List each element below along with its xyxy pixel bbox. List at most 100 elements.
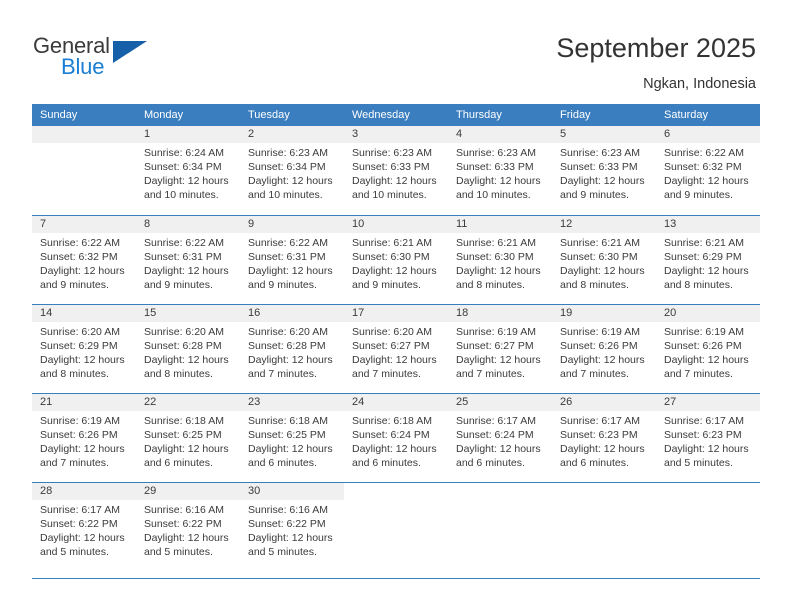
sunrise-text: Sunrise: 6:21 AM bbox=[664, 236, 744, 249]
sunset-text: Sunset: 6:32 PM bbox=[40, 250, 118, 263]
daylight-text-line2: and 9 minutes. bbox=[40, 278, 109, 291]
daylight-text-line2: and 5 minutes. bbox=[248, 545, 317, 558]
sunset-text: Sunset: 6:33 PM bbox=[352, 161, 430, 173]
sunset-text: Sunset: 6:26 PM bbox=[40, 428, 118, 441]
day-number: 8 bbox=[136, 215, 240, 233]
day-cell-inner: 28 Sunrise: 6:17 AM Sunset: 6:22 PM Dayligh… bbox=[32, 482, 136, 572]
calendar-day-cell[interactable]: 15 Sunrise: 6:20 AM Sunset: 6:28 PM Dayligh… bbox=[136, 303, 240, 393]
daylight-text-line2: and 6 minutes. bbox=[456, 456, 525, 469]
day-number: 30 bbox=[240, 482, 344, 500]
calendar-day-cell[interactable]: 30 Sunrise: 6:16 AM Sunset: 6:22 PM Dayligh… bbox=[240, 481, 344, 572]
daylight-text-line2: and 5 minutes. bbox=[144, 545, 213, 558]
sunrise-text: Sunrise: 6:20 AM bbox=[248, 325, 328, 338]
daylight-text-line1: Daylight: 12 hours bbox=[40, 353, 125, 366]
daylight-text-line1: Daylight: 12 hours bbox=[560, 442, 645, 455]
day-number: 7 bbox=[32, 215, 136, 233]
calendar-week-row: 1 Sunrise: 6:24 AM Sunset: 6:34 PM Daylight… bbox=[32, 126, 760, 215]
sunset-text: Sunset: 6:33 PM bbox=[560, 161, 638, 173]
calendar-week-row: 14 Sunrise: 6:20 AM Sunset: 6:29 PM Dayligh… bbox=[32, 303, 760, 393]
daylight-text-line2: and 9 minutes. bbox=[144, 278, 213, 291]
sunset-text: Sunset: 6:25 PM bbox=[248, 428, 326, 441]
day-details: Sunrise: 6:23 AM Sunset: 6:33 PM Daylight:… bbox=[448, 143, 552, 202]
day-details: Sunrise: 6:22 AM Sunset: 6:32 PM Daylight:… bbox=[32, 233, 136, 292]
sunset-text: Sunset: 6:25 PM bbox=[144, 428, 222, 441]
daylight-text-line1: Daylight: 12 hours bbox=[40, 442, 125, 455]
calendar-day-cell[interactable]: 27 Sunrise: 6:17 AM Sunset: 6:23 PM Dayligh… bbox=[656, 392, 760, 482]
daylight-text-line1: Daylight: 12 hours bbox=[560, 353, 645, 366]
day-cell-inner: 15 Sunrise: 6:20 AM Sunset: 6:28 PM Dayligh… bbox=[136, 304, 240, 393]
calendar-day-cell[interactable]: 17 Sunrise: 6:20 AM Sunset: 6:27 PM Dayligh… bbox=[344, 303, 448, 393]
sunset-text: Sunset: 6:22 PM bbox=[40, 517, 118, 530]
sunset-text: Sunset: 6:26 PM bbox=[664, 339, 742, 352]
sunset-text: Sunset: 6:31 PM bbox=[248, 250, 326, 263]
day-cell-inner: 6 Sunrise: 6:22 AM Sunset: 6:32 PM Daylight… bbox=[656, 126, 760, 215]
calendar-day-cell[interactable]: 24 Sunrise: 6:18 AM Sunset: 6:24 PM Dayligh… bbox=[344, 392, 448, 482]
calendar-day-cell[interactable]: 4 Sunrise: 6:23 AM Sunset: 6:33 PM Daylight… bbox=[448, 126, 552, 215]
sunset-text: Sunset: 6:27 PM bbox=[352, 339, 430, 352]
calendar-day-cell[interactable]: 18 Sunrise: 6:19 AM Sunset: 6:27 PM Dayligh… bbox=[448, 303, 552, 393]
calendar-day-cell[interactable]: 9 Sunrise: 6:22 AM Sunset: 6:31 PM Daylight… bbox=[240, 214, 344, 304]
calendar-day-cell[interactable]: 1 Sunrise: 6:24 AM Sunset: 6:34 PM Daylight… bbox=[136, 126, 240, 215]
daylight-text-line2: and 7 minutes. bbox=[352, 367, 421, 380]
calendar-day-cell[interactable]: 23 Sunrise: 6:18 AM Sunset: 6:25 PM Dayligh… bbox=[240, 392, 344, 482]
sunrise-text: Sunrise: 6:22 AM bbox=[248, 236, 328, 249]
day-cell-inner: 26 Sunrise: 6:17 AM Sunset: 6:23 PM Dayligh… bbox=[552, 393, 656, 482]
calendar-day-cell[interactable]: 13 Sunrise: 6:21 AM Sunset: 6:29 PM Dayligh… bbox=[656, 214, 760, 304]
calendar-day-cell[interactable]: 29 Sunrise: 6:16 AM Sunset: 6:22 PM Dayligh… bbox=[136, 481, 240, 571]
daylight-text-line1: Daylight: 12 hours bbox=[144, 531, 229, 544]
day-cell-inner: 14 Sunrise: 6:20 AM Sunset: 6:29 PM Dayligh… bbox=[32, 304, 136, 393]
day-details: Sunrise: 6:16 AM Sunset: 6:22 PM Daylight:… bbox=[136, 500, 240, 559]
logo-text-blue: Blue bbox=[61, 54, 105, 79]
daylight-text-line2: and 7 minutes. bbox=[456, 367, 525, 380]
day-details: Sunrise: 6:18 AM Sunset: 6:24 PM Daylight:… bbox=[344, 411, 448, 470]
daylight-text-line1: Daylight: 12 hours bbox=[664, 442, 749, 455]
calendar-bottom-rule bbox=[32, 578, 760, 579]
daylight-text-line2: and 8 minutes. bbox=[456, 278, 525, 291]
day-cell-inner: 9 Sunrise: 6:22 AM Sunset: 6:31 PM Daylight… bbox=[240, 215, 344, 304]
calendar-day-cell[interactable]: 6 Sunrise: 6:22 AM Sunset: 6:32 PM Daylight… bbox=[656, 126, 760, 215]
calendar-day-cell[interactable]: 11 Sunrise: 6:21 AM Sunset: 6:30 PM Dayligh… bbox=[448, 214, 552, 304]
sunrise-text: Sunrise: 6:20 AM bbox=[144, 325, 224, 338]
calendar-day-cell[interactable]: 16 Sunrise: 6:20 AM Sunset: 6:28 PM Dayligh… bbox=[240, 303, 344, 393]
day-number: 9 bbox=[240, 215, 344, 233]
calendar-page: General Blue September 2025 Ngkan, Indon… bbox=[0, 0, 792, 612]
calendar-day-cell[interactable]: 3 Sunrise: 6:23 AM Sunset: 6:33 PM Daylight… bbox=[344, 126, 448, 215]
calendar-day-cell[interactable]: 10 Sunrise: 6:21 AM Sunset: 6:30 PM Dayligh… bbox=[344, 214, 448, 304]
sunset-text: Sunset: 6:34 PM bbox=[144, 161, 222, 173]
calendar-day-cell[interactable]: 7 Sunrise: 6:22 AM Sunset: 6:32 PM Daylight… bbox=[32, 214, 136, 304]
day-cell-inner bbox=[656, 482, 760, 572]
daylight-text-line2: and 5 minutes. bbox=[664, 456, 733, 469]
day-details: Sunrise: 6:21 AM Sunset: 6:30 PM Daylight:… bbox=[552, 233, 656, 292]
day-details: Sunrise: 6:23 AM Sunset: 6:34 PM Daylight:… bbox=[240, 143, 344, 202]
calendar-day-cell[interactable]: 28 Sunrise: 6:17 AM Sunset: 6:22 PM Dayligh… bbox=[32, 481, 136, 572]
calendar-day-cell[interactable]: 5 Sunrise: 6:23 AM Sunset: 6:33 PM Daylight… bbox=[552, 126, 656, 215]
general-blue-logo[interactable]: General Blue bbox=[33, 33, 173, 83]
sunrise-text: Sunrise: 6:17 AM bbox=[560, 414, 640, 427]
sunrise-text: Sunrise: 6:23 AM bbox=[560, 147, 640, 159]
calendar-day-cell[interactable]: 8 Sunrise: 6:22 AM Sunset: 6:31 PM Daylight… bbox=[136, 214, 240, 304]
calendar-day-cell[interactable]: 25 Sunrise: 6:17 AM Sunset: 6:24 PM Dayligh… bbox=[448, 392, 552, 482]
calendar-day-cell[interactable]: 26 Sunrise: 6:17 AM Sunset: 6:23 PM Dayligh… bbox=[552, 392, 656, 482]
day-cell-inner: 24 Sunrise: 6:18 AM Sunset: 6:24 PM Dayligh… bbox=[344, 393, 448, 482]
day-number: 18 bbox=[448, 304, 552, 322]
daylight-text-line2: and 6 minutes. bbox=[352, 456, 421, 469]
calendar-day-cell[interactable]: 21 Sunrise: 6:19 AM Sunset: 6:26 PM Dayligh… bbox=[32, 392, 136, 482]
calendar-day-cell[interactable]: 20 Sunrise: 6:19 AM Sunset: 6:26 PM Dayligh… bbox=[656, 303, 760, 393]
day-cell-inner: 16 Sunrise: 6:20 AM Sunset: 6:28 PM Dayligh… bbox=[240, 304, 344, 393]
day-cell-inner: 18 Sunrise: 6:19 AM Sunset: 6:27 PM Dayligh… bbox=[448, 304, 552, 393]
calendar-day-cell[interactable]: 12 Sunrise: 6:21 AM Sunset: 6:30 PM Dayligh… bbox=[552, 214, 656, 304]
day-number: 10 bbox=[344, 215, 448, 233]
calendar-day-cell[interactable]: 19 Sunrise: 6:19 AM Sunset: 6:26 PM Dayligh… bbox=[552, 303, 656, 393]
day-cell-inner: 30 Sunrise: 6:16 AM Sunset: 6:22 PM Dayligh… bbox=[240, 482, 344, 572]
day-details: Sunrise: 6:21 AM Sunset: 6:29 PM Daylight:… bbox=[656, 233, 760, 292]
day-number: 23 bbox=[240, 393, 344, 411]
day-cell-inner: 17 Sunrise: 6:20 AM Sunset: 6:27 PM Dayligh… bbox=[344, 304, 448, 393]
calendar-day-cell[interactable]: 22 Sunrise: 6:18 AM Sunset: 6:25 PM Dayligh… bbox=[136, 392, 240, 482]
sunset-text: Sunset: 6:23 PM bbox=[664, 428, 742, 441]
day-cell-inner: 22 Sunrise: 6:18 AM Sunset: 6:25 PM Dayligh… bbox=[136, 393, 240, 482]
calendar-day-cell[interactable]: 14 Sunrise: 6:20 AM Sunset: 6:29 PM Dayligh… bbox=[32, 303, 136, 393]
calendar-day-cell[interactable]: 2 Sunrise: 6:23 AM Sunset: 6:34 PM Daylight… bbox=[240, 126, 344, 215]
daylight-text-line1: Daylight: 12 hours bbox=[664, 175, 749, 187]
calendar-empty-cell bbox=[552, 481, 656, 571]
sunrise-text: Sunrise: 6:22 AM bbox=[40, 236, 120, 249]
